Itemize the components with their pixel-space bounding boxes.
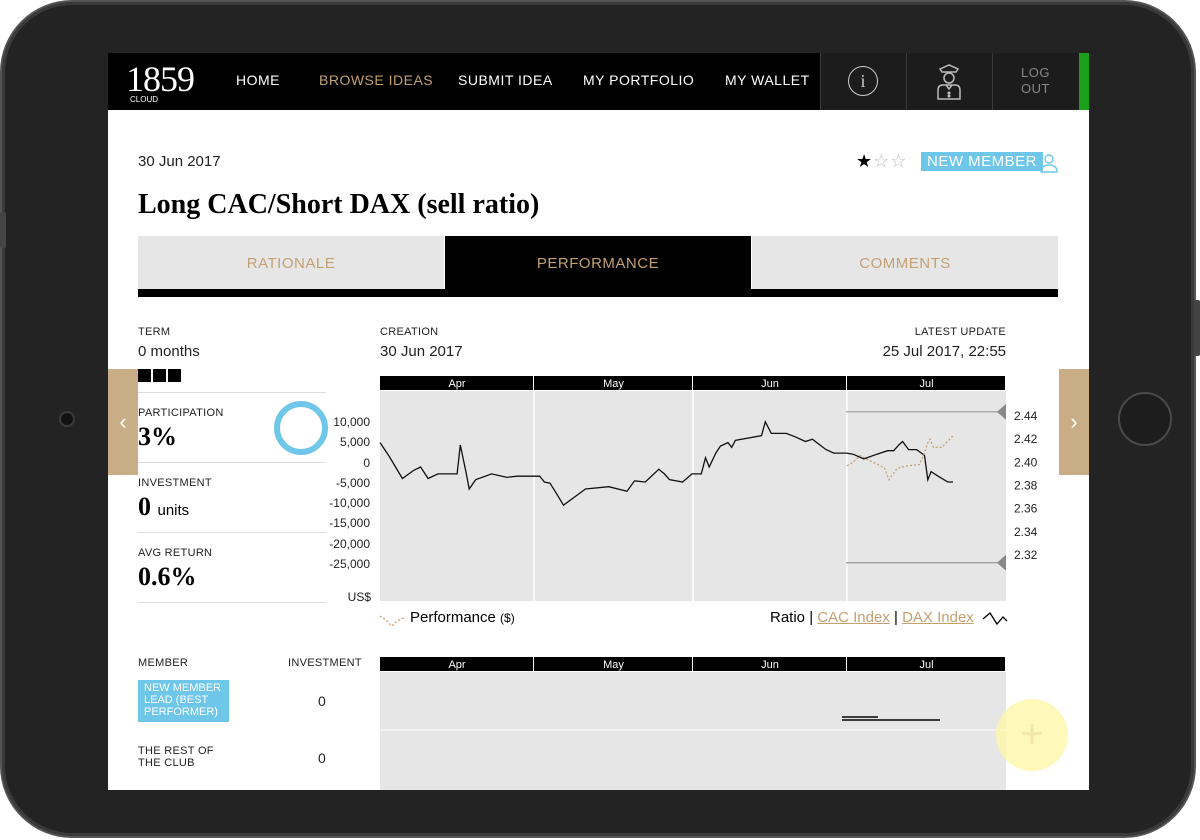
camera-icon	[59, 411, 75, 427]
left-tick-label: -25,000	[329, 557, 370, 571]
month-label: Jul	[919, 378, 933, 390]
legend-ratio-swatch-icon	[982, 612, 1008, 626]
right-tick-label: 2.42	[1014, 432, 1038, 446]
member-row-rest-name: THE REST OF THE CLUB	[138, 745, 214, 769]
left-tick-label: -5,000	[336, 476, 370, 490]
legend-performance-unit: ($)	[500, 611, 515, 625]
performance-chart: Apr May Jun Jul 10,000 5,000 0 -5,000 -10,000 -15…	[329, 376, 1038, 790]
left-unit-label: US$	[348, 590, 372, 604]
members-plot-area	[380, 672, 1006, 790]
investment-column-label: INVESTMENT	[288, 657, 362, 669]
legend-ratio: Ratio | CAC Index | DAX Index	[770, 609, 974, 626]
month-label: Jun	[761, 378, 779, 390]
add-button[interactable]: +	[996, 699, 1068, 771]
volume-button	[0, 212, 6, 248]
left-tick-label: 10,000	[333, 415, 370, 429]
legend-performance-label: Performance	[410, 609, 496, 626]
legend-performance-swatch-icon	[379, 615, 405, 627]
left-tick-label: 0	[363, 456, 370, 470]
dax-index-link[interactable]: DAX Index	[902, 609, 974, 626]
right-tick-label: 2.36	[1014, 502, 1038, 516]
prev-arrow-button[interactable]: ‹	[108, 369, 138, 475]
month-label: Jul	[919, 659, 933, 671]
member-row-lead-name: NEW MEMBER LEAD (BEST PERFORMER)	[138, 680, 229, 722]
legend-separator: |	[894, 609, 898, 626]
month-label: May	[603, 378, 624, 390]
cac-index-link[interactable]: CAC Index	[817, 609, 890, 626]
side-button	[1194, 300, 1200, 356]
legend-separator: |	[809, 609, 814, 626]
screen: 1859 CLOUD HOME BROWSE IDEAS SUBMIT IDEA…	[108, 53, 1089, 790]
left-tick-label: -15,000	[329, 516, 370, 530]
right-tick-label: 2.34	[1014, 525, 1038, 539]
home-button	[1118, 392, 1172, 446]
month-label: May	[603, 659, 624, 671]
member-column-label: MEMBER	[138, 657, 189, 669]
next-arrow-button[interactable]: ›	[1059, 369, 1089, 475]
right-tick-label: 2.44	[1014, 409, 1038, 423]
right-tick-label: 2.32	[1014, 548, 1038, 562]
month-label: Apr	[448, 378, 465, 390]
month-label: Jun	[761, 659, 779, 671]
right-tick-label: 2.40	[1014, 455, 1038, 469]
right-tick-label: 2.38	[1014, 479, 1038, 493]
legend-ratio-label: Ratio	[770, 609, 806, 626]
legend-performance: Performance ($)	[410, 609, 515, 626]
member-row-rest-value: 0	[318, 750, 326, 766]
member-row-lead-value: 0	[318, 693, 326, 709]
left-tick-label: -10,000	[329, 496, 370, 510]
left-tick-label: -20,000	[329, 537, 370, 551]
month-label: Apr	[448, 659, 465, 671]
left-tick-label: 5,000	[340, 435, 370, 449]
